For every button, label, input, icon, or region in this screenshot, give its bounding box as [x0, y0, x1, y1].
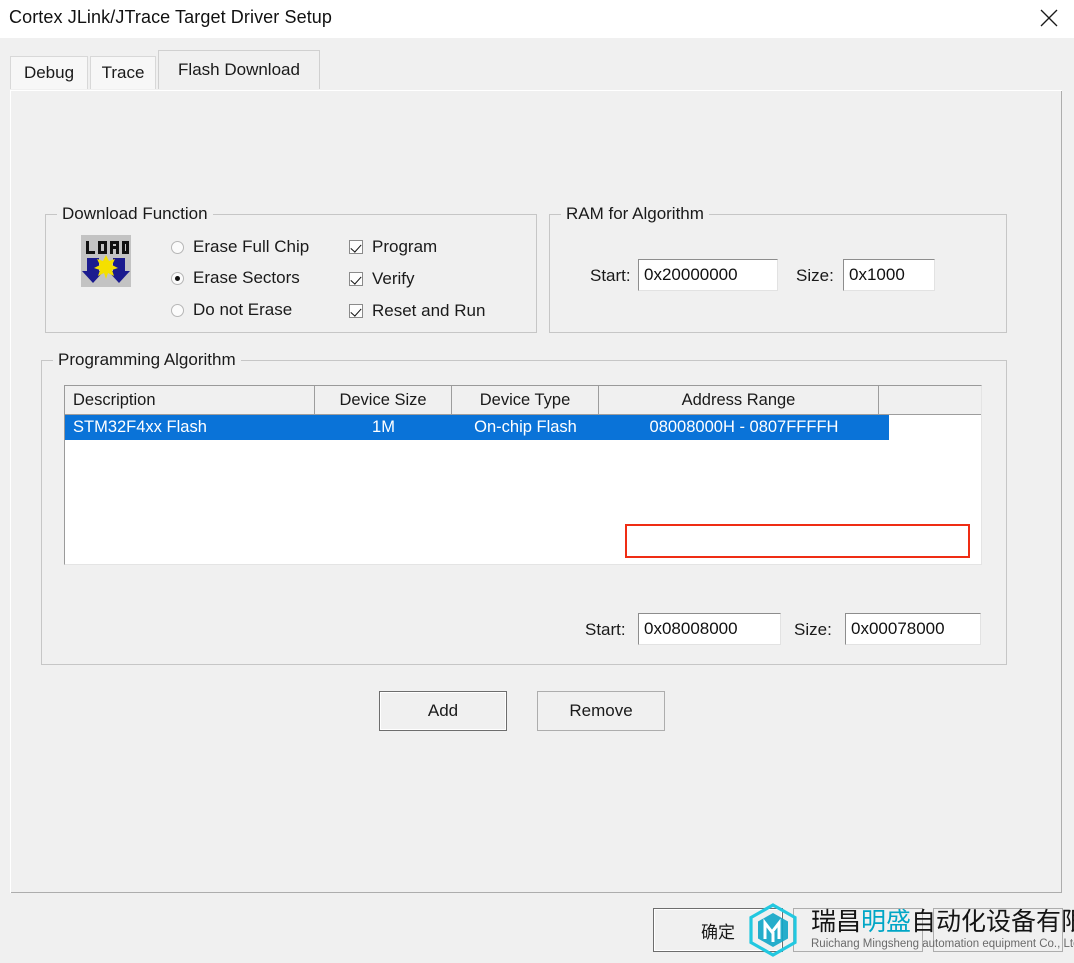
algo-size-label: Size: [794, 620, 832, 639]
group-download-function-legend: Download Function [57, 204, 213, 224]
tab-debug[interactable]: Debug [10, 56, 88, 89]
checkbox-reset-and-run[interactable]: Reset and Run [349, 301, 485, 321]
radio-erase-full-chip-label: Erase Full Chip [193, 237, 310, 256]
remove-button[interactable]: Remove [537, 691, 665, 731]
radio-erase-full-chip-indicator[interactable] [171, 240, 184, 254]
checkbox-program[interactable]: Program [349, 237, 437, 257]
checkbox-verify[interactable]: Verify [349, 269, 415, 289]
algo-start-label: Start: [585, 620, 626, 639]
load-icon [77, 235, 135, 287]
programming-algorithm-rows: STM32F4xx Flash 1M On-chip Flash 0800800… [65, 415, 981, 440]
tab-panel-flash-download: Download Function Erase Full Chip Erase … [10, 90, 1062, 893]
tab-trace-label: Trace [101, 63, 145, 82]
add-button-label: Add [427, 701, 459, 720]
ram-start-label: Start: [590, 266, 631, 285]
close-icon[interactable] [1024, 0, 1074, 36]
ram-size-label: Size: [796, 266, 834, 285]
column-header-device-type[interactable]: Device Type [452, 386, 599, 414]
window-title: Cortex JLink/JTrace Target Driver Setup [9, 7, 333, 27]
column-header-description[interactable]: Description [65, 386, 315, 414]
checkbox-reset-and-run-label: Reset and Run [372, 301, 486, 320]
window-titlebar: Cortex JLink/JTrace Target Driver Setup [0, 0, 1074, 38]
radio-do-not-erase-label: Do not Erase [193, 300, 293, 319]
column-header-spacer [879, 386, 979, 414]
algo-start-input[interactable]: 0x08008000 [638, 613, 781, 645]
checkbox-program-label: Program [372, 237, 438, 256]
help-button[interactable] [933, 908, 1063, 952]
radio-erase-sectors-indicator[interactable] [171, 271, 184, 285]
group-programming-algorithm: Programming Algorithm Description Device… [41, 350, 1007, 665]
checkbox-verify-label: Verify [372, 269, 415, 288]
programming-algorithm-header-row: Description Device Size Device Type Addr… [65, 386, 981, 415]
tab-debug-label: Debug [23, 63, 75, 82]
radio-erase-sectors-label: Erase Sectors [193, 268, 300, 287]
column-header-address-range[interactable]: Address Range [599, 386, 879, 414]
ok-button-label: 确定 [701, 922, 735, 942]
add-button[interactable]: Add [379, 691, 507, 731]
radio-do-not-erase[interactable]: Do not Erase [171, 300, 292, 320]
tab-flash-download-label: Flash Download [178, 60, 300, 79]
programming-algorithm-list[interactable]: Description Device Size Device Type Addr… [64, 385, 982, 565]
checkbox-verify-indicator[interactable] [349, 272, 363, 286]
column-header-device-size[interactable]: Device Size [315, 386, 452, 414]
group-programming-algorithm-legend: Programming Algorithm [53, 350, 241, 370]
ok-button[interactable]: 确定 [653, 908, 783, 952]
cell-device-size: 1M [372, 418, 395, 436]
algo-size-input[interactable]: 0x00078000 [845, 613, 981, 645]
tab-trace[interactable]: Trace [90, 56, 156, 89]
remove-button-label: Remove [569, 701, 633, 720]
table-row[interactable]: STM32F4xx Flash 1M On-chip Flash 0800800… [65, 415, 889, 440]
group-download-function: Download Function Erase Full Chip Erase … [45, 204, 537, 333]
cell-address-range: 08008000H - 0807FFFFH [649, 418, 839, 436]
ram-size-input[interactable]: 0x1000 [843, 259, 935, 291]
cancel-button[interactable] [793, 908, 923, 952]
radio-erase-sectors[interactable]: Erase Sectors [171, 268, 300, 288]
checkbox-reset-and-run-indicator[interactable] [349, 304, 363, 318]
radio-do-not-erase-indicator[interactable] [171, 303, 184, 317]
checkbox-program-indicator[interactable] [349, 240, 363, 254]
tab-strip: Debug Trace Flash Download [0, 38, 1074, 93]
radio-erase-full-chip[interactable]: Erase Full Chip [171, 237, 309, 257]
ram-start-input[interactable]: 0x20000000 [638, 259, 778, 291]
cell-device-type: On-chip Flash [474, 418, 577, 436]
group-ram-for-algorithm-legend: RAM for Algorithm [561, 204, 709, 224]
tab-flash-download[interactable]: Flash Download [158, 50, 320, 89]
cell-description: STM32F4xx Flash [73, 418, 207, 436]
group-ram-for-algorithm: RAM for Algorithm Start: 0x20000000 Size… [549, 204, 1007, 333]
